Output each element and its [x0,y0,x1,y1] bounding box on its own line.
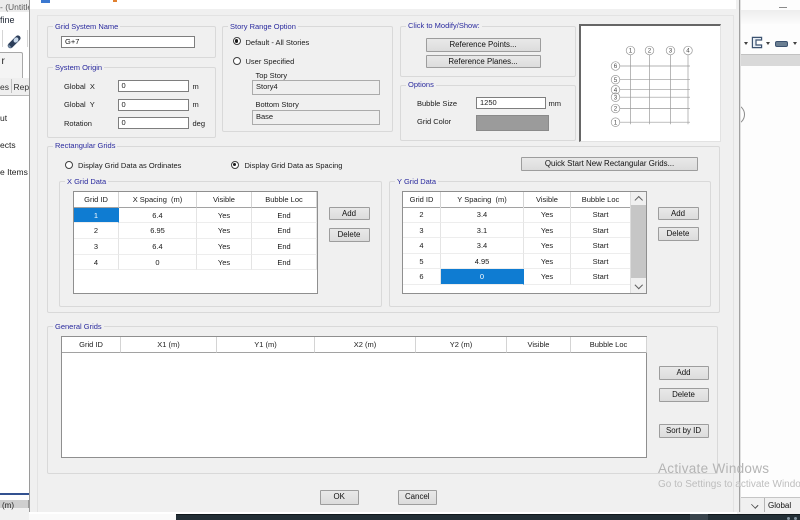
svg-text:6: 6 [613,63,617,70]
svg-text:3: 3 [613,94,617,101]
svg-text:3: 3 [668,47,672,54]
svg-text:4: 4 [613,86,617,93]
svg-text:2: 2 [613,105,617,112]
svg-text:1: 1 [613,119,617,126]
svg-text:2: 2 [647,47,651,54]
svg-text:5: 5 [613,76,617,83]
svg-text:1: 1 [628,47,632,54]
svg-text:4: 4 [686,47,690,54]
